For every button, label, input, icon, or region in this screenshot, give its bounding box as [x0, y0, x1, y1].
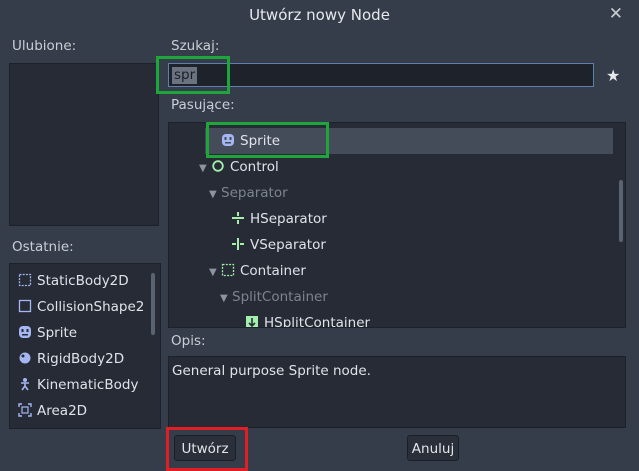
tree-item-vseparator[interactable]: VSeparator: [231, 232, 326, 258]
recent-item-label: KinematicBody: [37, 377, 139, 393]
tree-item-label: SplitContainer: [232, 289, 328, 305]
description-box: General purpose Sprite node.: [168, 356, 626, 428]
hseparator-icon: [232, 212, 244, 224]
chevron-down-icon[interactable]: ▼: [199, 156, 211, 182]
recent-label: Ostatnie:: [12, 239, 74, 255]
chevron-down-icon[interactable]: ▼: [209, 182, 221, 208]
favorites-label: Ulubione:: [12, 38, 77, 54]
collision-shape-icon: [18, 299, 32, 313]
control-icon: [212, 160, 224, 172]
recent-item-rigidbody2d[interactable]: RigidBody2D: [18, 346, 124, 372]
kinematic-body-icon: [21, 378, 29, 391]
recent-item-label: RigidBody2D: [37, 351, 125, 367]
cancel-button[interactable]: Anuluj: [407, 435, 459, 461]
chevron-down-icon[interactable]: ▼: [220, 286, 232, 312]
recent-scrollbar[interactable]: [151, 273, 155, 335]
description-text: General purpose Sprite node.: [172, 363, 371, 379]
search-highlight-box: [156, 56, 230, 94]
star-icon[interactable]: ★: [606, 66, 620, 85]
recent-item-label: Area2D: [37, 403, 88, 419]
description-label: Opis:: [171, 333, 206, 349]
static-body-icon: [18, 273, 32, 287]
recent-item-sprite[interactable]: Sprite: [18, 320, 77, 346]
tree-scrollbar[interactable]: [619, 180, 623, 242]
tree-item-container[interactable]: ▼ Container: [209, 258, 306, 284]
tree-item-separator[interactable]: ▼ Separator: [209, 180, 288, 206]
vseparator-icon: [232, 238, 244, 250]
tree-item-label: Container: [240, 263, 306, 279]
hsplit-container-icon: [246, 316, 258, 327]
tree-item-label: Separator: [221, 185, 288, 201]
tree-item-splitcontainer[interactable]: ▼ SplitContainer: [220, 284, 328, 310]
rigid-body-icon: [19, 352, 31, 364]
recent-list[interactable]: StaticBody2D CollisionShape2 Sprite Rigi…: [9, 263, 161, 429]
close-icon[interactable]: ✕: [609, 4, 623, 24]
recent-item-label: StaticBody2D: [37, 273, 129, 289]
matches-label: Pasujące:: [171, 97, 235, 113]
recent-item-staticbody2d[interactable]: StaticBody2D: [18, 268, 129, 294]
tree-item-label: HSeparator: [250, 211, 327, 227]
recent-item-kinematicbody[interactable]: KinematicBody: [18, 372, 138, 398]
tree-item-label: VSeparator: [250, 237, 326, 253]
favorites-list[interactable]: [9, 63, 159, 226]
search-input[interactable]: spr: [168, 63, 594, 87]
container-icon: [221, 263, 235, 277]
recent-item-collisionshape2d[interactable]: CollisionShape2: [18, 294, 144, 320]
recent-item-label: CollisionShape2: [37, 299, 145, 315]
chevron-down-icon[interactable]: ▼: [209, 260, 221, 286]
tree-item-label: HSplitContainer: [264, 315, 371, 328]
search-label: Szukaj:: [171, 38, 220, 54]
sprite-icon: [19, 326, 31, 338]
tree-item-hseparator[interactable]: HSeparator: [231, 206, 327, 232]
area2d-icon: [18, 403, 32, 417]
tree-item-hsplitcontainer[interactable]: HSplitContainer: [245, 310, 371, 328]
dialog-title: Utwórz nowy Node: [249, 6, 390, 24]
create-highlight-box: [166, 427, 248, 471]
tree-item-label: Control: [230, 159, 279, 175]
recent-item-label: Sprite: [37, 325, 78, 341]
recent-item-area2d[interactable]: Area2D: [18, 398, 87, 424]
sprite-highlight-box: [206, 122, 329, 158]
